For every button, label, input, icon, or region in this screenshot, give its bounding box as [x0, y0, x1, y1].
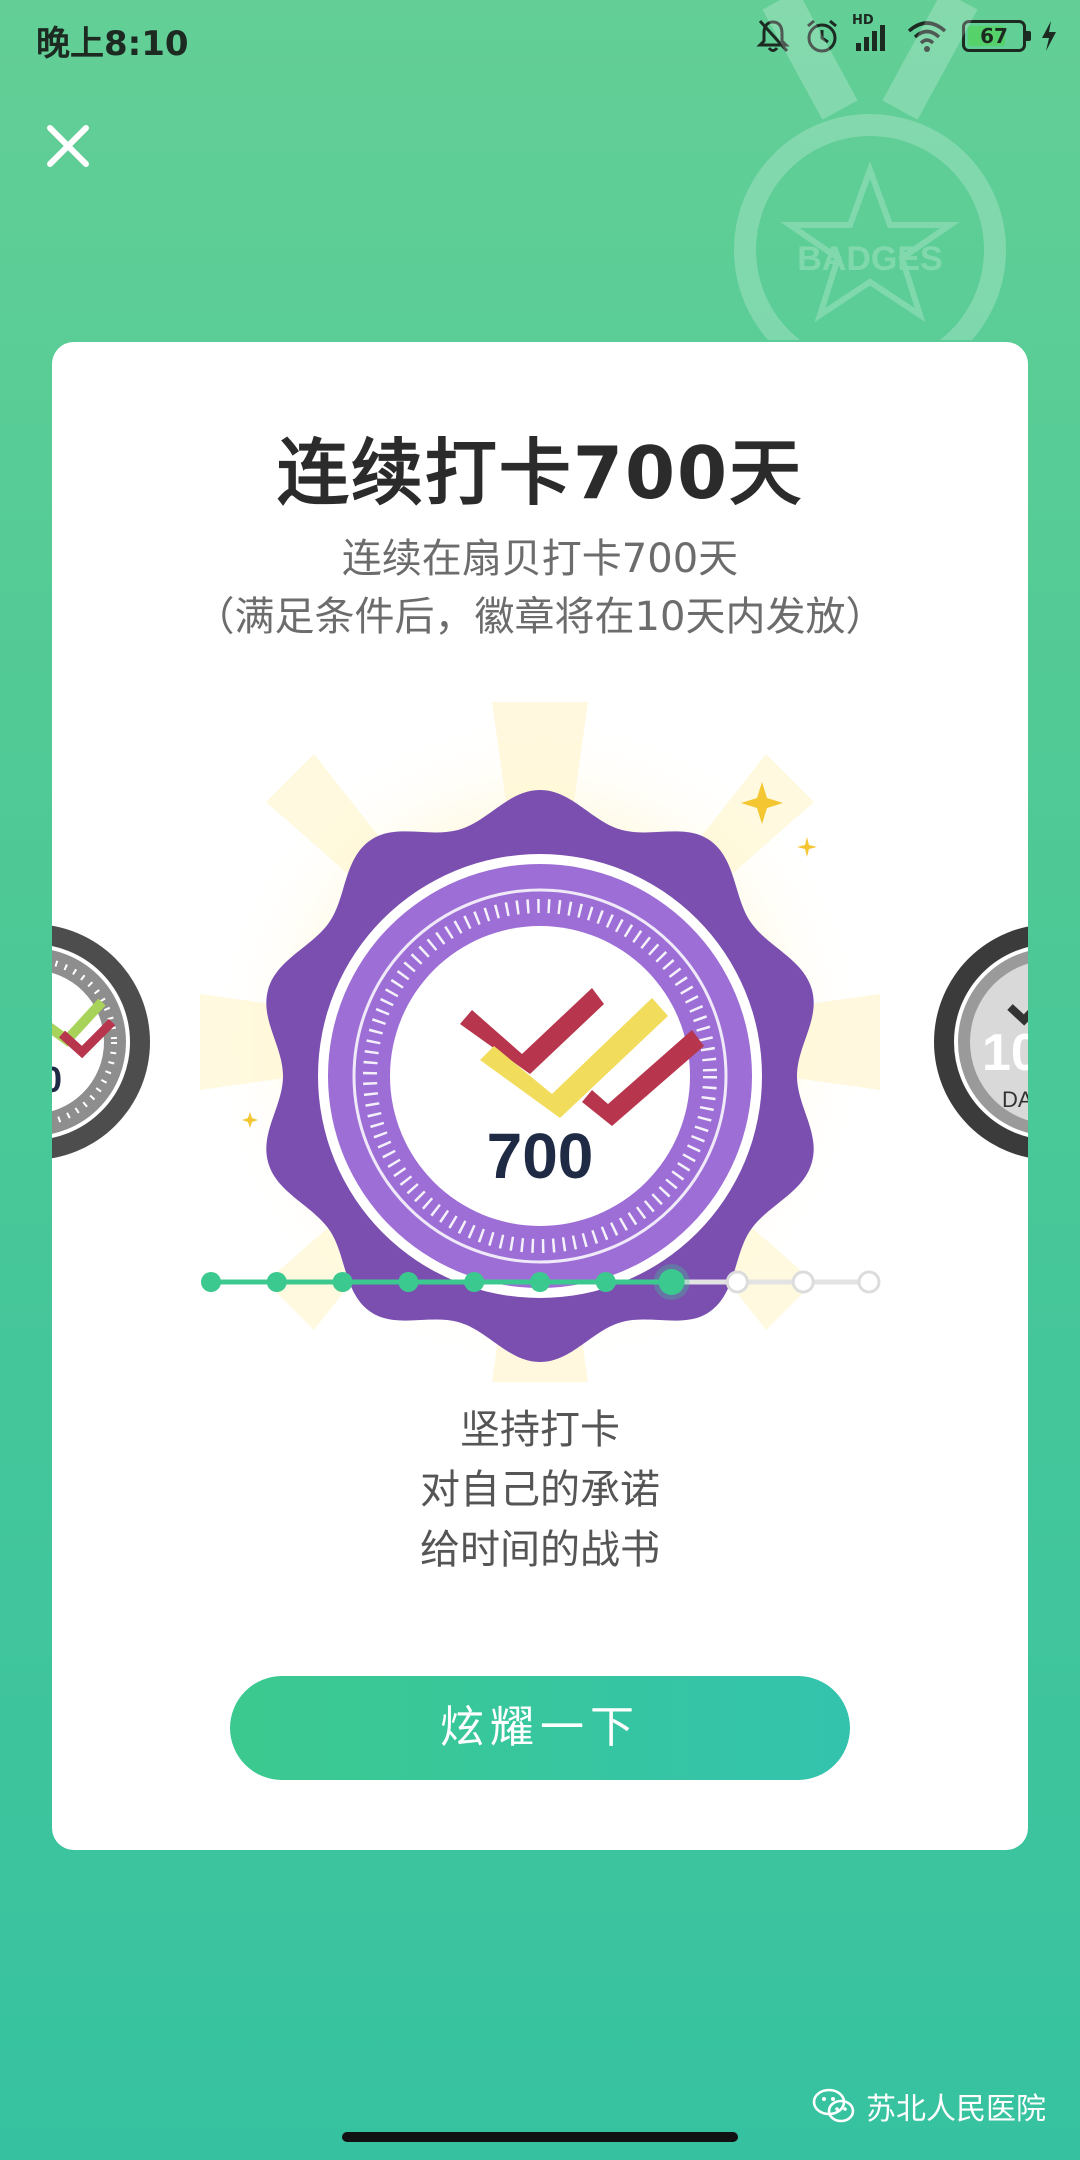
progress-dot-done[interactable] [464, 1272, 485, 1292]
progress-dot-done[interactable] [530, 1272, 550, 1292]
close-icon [47, 125, 89, 167]
home-indicator[interactable] [342, 2132, 738, 2142]
status-time: 晚上8:10 [36, 24, 189, 64]
badge-progress[interactable] [191, 1262, 889, 1302]
badge-title: 连续打卡700天 [276, 431, 804, 515]
progress-dot-todo[interactable] [791, 1270, 815, 1294]
close-button[interactable] [38, 116, 98, 176]
badge-note: （满足条件后，徽章将在10天内发放） [194, 594, 886, 640]
progress-dot-done[interactable] [266, 1272, 287, 1292]
progress-dot-done[interactable] [595, 1272, 616, 1292]
previous-badge-number: 00 [52, 1059, 62, 1100]
progress-dot-done[interactable] [398, 1272, 419, 1292]
progress-dot-done[interactable] [201, 1272, 221, 1292]
background-medal-text: BADGES [797, 240, 942, 278]
wechat-icon [812, 2088, 855, 2123]
previous-badge[interactable]: 00 [52, 924, 150, 1160]
badge-number: 700 [487, 1120, 594, 1192]
next-badge[interactable]: 10 DA [934, 924, 1028, 1160]
badge-card: 连续打卡700天 连续在扇贝打卡700天 （满足条件后，徽章将在10天内发放） [52, 342, 1028, 1850]
progress-dot-todo[interactable] [857, 1270, 881, 1294]
progress-track [201, 1264, 881, 1300]
motto-line: 坚持打卡 [460, 1407, 620, 1453]
progress-dot-done[interactable] [332, 1272, 353, 1292]
background-medal-icon: BADGES [734, 0, 1006, 340]
watermark-text: 苏北人民医院 [866, 2092, 1046, 2127]
progress-dot-current[interactable] [658, 1269, 685, 1295]
motto: 坚持打卡 对自己的承诺 给时间的战书 [52, 1400, 1028, 1580]
share-button[interactable]: 炫耀一下 [230, 1676, 850, 1780]
motto-line: 对自己的承诺 [420, 1467, 660, 1513]
badge-subtitle: 连续在扇贝打卡700天 （满足条件后，徽章将在10天内发放） [52, 530, 1028, 646]
charging-icon [1042, 21, 1056, 51]
next-badge-unit: DA [1002, 1087, 1028, 1112]
badge-description: 连续在扇贝打卡700天 [341, 536, 739, 582]
motto-line: 给时间的战书 [420, 1527, 660, 1573]
progress-dot-todo[interactable] [725, 1270, 749, 1294]
watermark: 苏北人民医院 [812, 2084, 1046, 2128]
next-badge-number: 10 [982, 1024, 1028, 1082]
